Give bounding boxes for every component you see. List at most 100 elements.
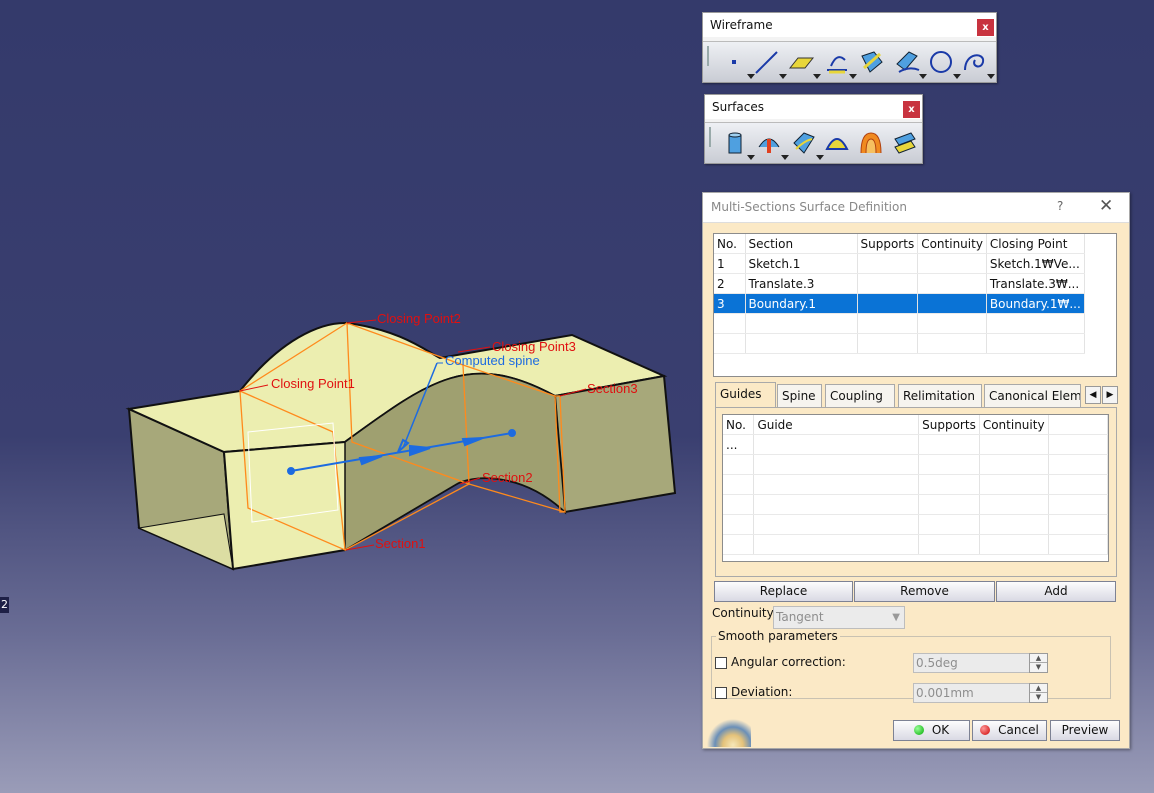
tab-guides[interactable]: Guides (715, 382, 776, 408)
section-1-label: Section1 (375, 536, 426, 551)
ok-button[interactable]: OK (893, 720, 970, 741)
spin-down-icon[interactable]: ▼ (1030, 663, 1047, 671)
row-continuity (917, 293, 987, 314)
guides-table[interactable]: No. Guide Supports Continuity ... (722, 414, 1109, 562)
wireframe-toolbar[interactable]: Wireframe x (702, 12, 997, 83)
row-supports (857, 293, 919, 314)
column-header[interactable]: Continuity (979, 415, 1049, 435)
projection-icon[interactable] (823, 48, 857, 79)
multi-sections-icon[interactable] (857, 129, 885, 157)
plane-icon[interactable] (787, 48, 821, 79)
closing-point-3-label: Closing Point3 (492, 339, 576, 354)
continuity-dropdown[interactable]: Tangent ▼ (773, 606, 905, 629)
spin-down-icon[interactable]: ▼ (1030, 693, 1047, 701)
column-header[interactable]: Supports (857, 234, 919, 254)
deviation-spinner[interactable]: ▲ ▼ (1029, 683, 1048, 703)
deviation-label: Deviation: (731, 685, 793, 699)
side-label: 2 (0, 597, 9, 613)
row-continuity (979, 434, 1049, 455)
column-header[interactable]: Closing Point (986, 234, 1085, 254)
row-supports (918, 434, 980, 455)
row-closing-point: Boundary.1₩... (986, 293, 1085, 314)
tab-scroll-right-icon[interactable]: ▶ (1102, 386, 1118, 404)
multi-sections-surface-dialog: Multi-Sections Surface Definition ? ✕ No… (702, 192, 1130, 749)
row-closing-point: Sketch.1₩Ve... (986, 253, 1085, 274)
section-2-label: Section2 (482, 470, 533, 485)
replace-button[interactable]: Replace (714, 581, 853, 602)
angular-correction-checkbox[interactable] (715, 657, 727, 669)
circle-icon[interactable] (927, 48, 961, 79)
help-button[interactable]: ? (1057, 199, 1063, 213)
column-header[interactable]: Guide (753, 415, 920, 435)
toolbar-grip[interactable] (707, 46, 709, 66)
cancel-button[interactable]: Cancel (972, 720, 1047, 741)
spin-up-icon[interactable]: ▲ (1030, 654, 1047, 663)
spline-icon[interactable] (961, 48, 995, 79)
tab-relimitation[interactable]: Relimitation (898, 384, 982, 407)
column-header[interactable]: Continuity (917, 234, 987, 254)
blend-icon[interactable] (891, 129, 919, 157)
table-row[interactable]: 2 Translate.3 Translate.3₩... (714, 273, 1085, 294)
column-header[interactable]: Supports (918, 415, 980, 435)
empty-row (723, 494, 1109, 515)
extrude-icon[interactable] (721, 129, 755, 160)
spin-up-icon[interactable]: ▲ (1030, 684, 1047, 693)
multi-sections-surface[interactable] (125, 321, 677, 571)
tab-coupling[interactable]: Coupling (825, 384, 895, 407)
sections-table[interactable]: No. Section Supports Continuity Closing … (713, 233, 1117, 377)
tab-scroll-left-icon[interactable]: ◀ (1085, 386, 1101, 404)
preview-button[interactable]: Preview (1050, 720, 1120, 741)
closing-point-2-label: Closing Point2 (377, 311, 461, 326)
revolve-icon[interactable] (755, 129, 789, 160)
cancel-icon (980, 725, 991, 735)
table-row[interactable]: 1 Sketch.1 Sketch.1₩Ve... (714, 253, 1085, 274)
empty-row (723, 454, 1109, 475)
table-row[interactable]: ... (723, 434, 1109, 455)
wireframe-toolbar-title: Wireframe (703, 13, 996, 37)
line-icon[interactable] (753, 48, 787, 79)
continuity-label: Continuity: (712, 606, 777, 620)
add-button[interactable]: Add (996, 581, 1116, 602)
surfaces-close-button[interactable]: x (903, 101, 920, 118)
empty-row (723, 514, 1109, 535)
column-header[interactable]: No. (714, 234, 746, 254)
row-guide (753, 434, 920, 455)
sweep-icon[interactable] (790, 129, 824, 160)
dialog-title: Multi-Sections Surface Definition (711, 200, 907, 214)
row-supports (857, 253, 919, 274)
deviation-field[interactable]: 0.001mm (913, 683, 1031, 703)
tab-canonical-elements[interactable]: Canonical Eleme (984, 384, 1081, 407)
offset-curve-icon[interactable] (893, 48, 927, 79)
row-no: 1 (714, 253, 746, 274)
cancel-label: Cancel (998, 723, 1039, 737)
dialog-titlebar[interactable]: Multi-Sections Surface Definition ? ✕ (703, 193, 1129, 223)
deviation-checkbox[interactable] (715, 687, 727, 699)
sections-table-header: No. Section Supports Continuity Closing … (714, 234, 1085, 254)
toolbar-grip[interactable] (709, 127, 711, 147)
row-continuity (917, 253, 987, 274)
column-header[interactable]: No. (723, 415, 755, 435)
wireframe-tool-row (703, 41, 996, 82)
empty-row (723, 534, 1109, 555)
remove-button[interactable]: Remove (854, 581, 995, 602)
row-closing-point: Translate.3₩... (986, 273, 1085, 294)
row-supports (857, 273, 919, 294)
close-icon[interactable]: ✕ (1099, 196, 1113, 216)
fill-icon[interactable] (823, 129, 851, 157)
intersection-icon[interactable] (858, 48, 886, 76)
angular-correction-label: Angular correction: (731, 655, 846, 669)
point-icon[interactable] (721, 48, 755, 79)
angular-correction-field[interactable]: 0.5deg (913, 653, 1031, 673)
surfaces-toolbar[interactable]: Surfaces x (704, 94, 923, 164)
surfaces-tool-row (705, 122, 922, 163)
column-header[interactable]: Section (745, 234, 858, 254)
smooth-parameters-legend: Smooth parameters (718, 629, 838, 643)
row-section: Sketch.1 (745, 253, 858, 274)
angular-correction-spinner[interactable]: ▲ ▼ (1029, 653, 1048, 673)
row-no: 2 (714, 273, 746, 294)
wireframe-close-button[interactable]: x (977, 19, 994, 36)
guides-tab-panel: No. Guide Supports Continuity ... (715, 407, 1117, 577)
table-row-selected[interactable]: 3 Boundary.1 Boundary.1₩... (714, 293, 1085, 314)
empty-row (723, 474, 1109, 495)
tab-spine[interactable]: Spine (777, 384, 822, 407)
